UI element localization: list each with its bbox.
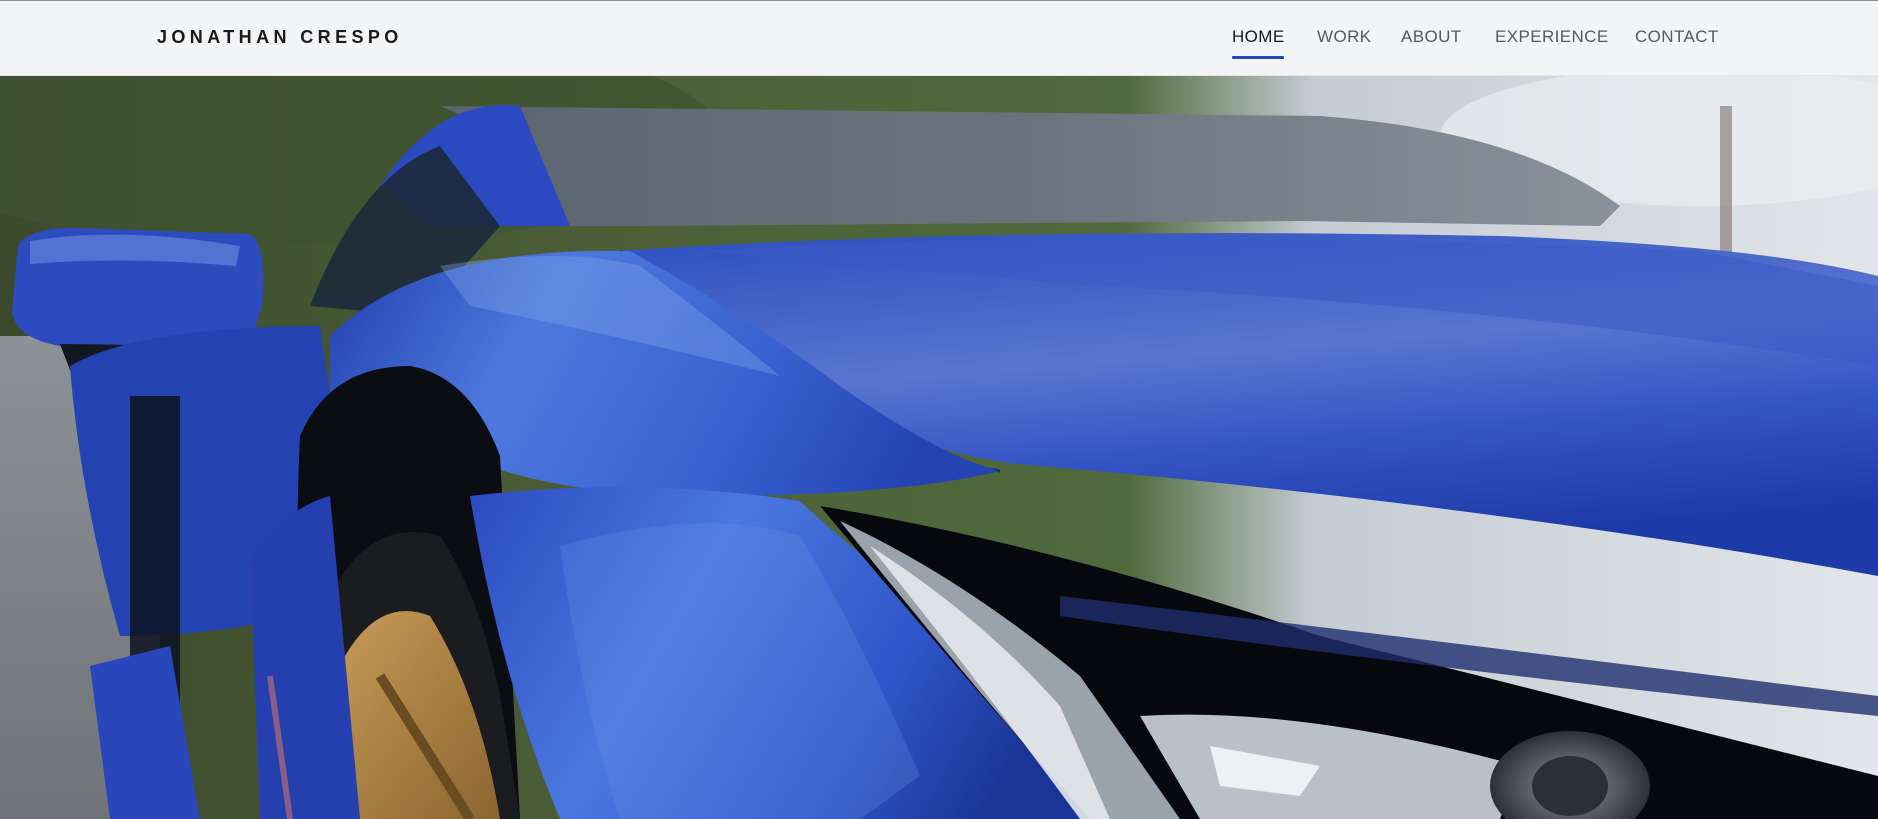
active-nav-indicator: [1232, 56, 1284, 59]
navbar: JONATHAN CRESPO HOME WORK ABOUT EXPERIEN…: [0, 1, 1878, 76]
nav-home-link[interactable]: HOME: [1232, 27, 1285, 47]
brand-logo-link[interactable]: JONATHAN CRESPO: [157, 27, 403, 48]
nav-about-link[interactable]: ABOUT: [1401, 27, 1462, 47]
nav-work-link[interactable]: WORK: [1317, 27, 1371, 47]
nav-experience-link[interactable]: EXPERIENCE: [1495, 27, 1609, 47]
nav-contact-link[interactable]: CONTACT: [1635, 27, 1719, 47]
hero-section: [0, 76, 1878, 819]
hero-car-image: [0, 76, 1878, 819]
